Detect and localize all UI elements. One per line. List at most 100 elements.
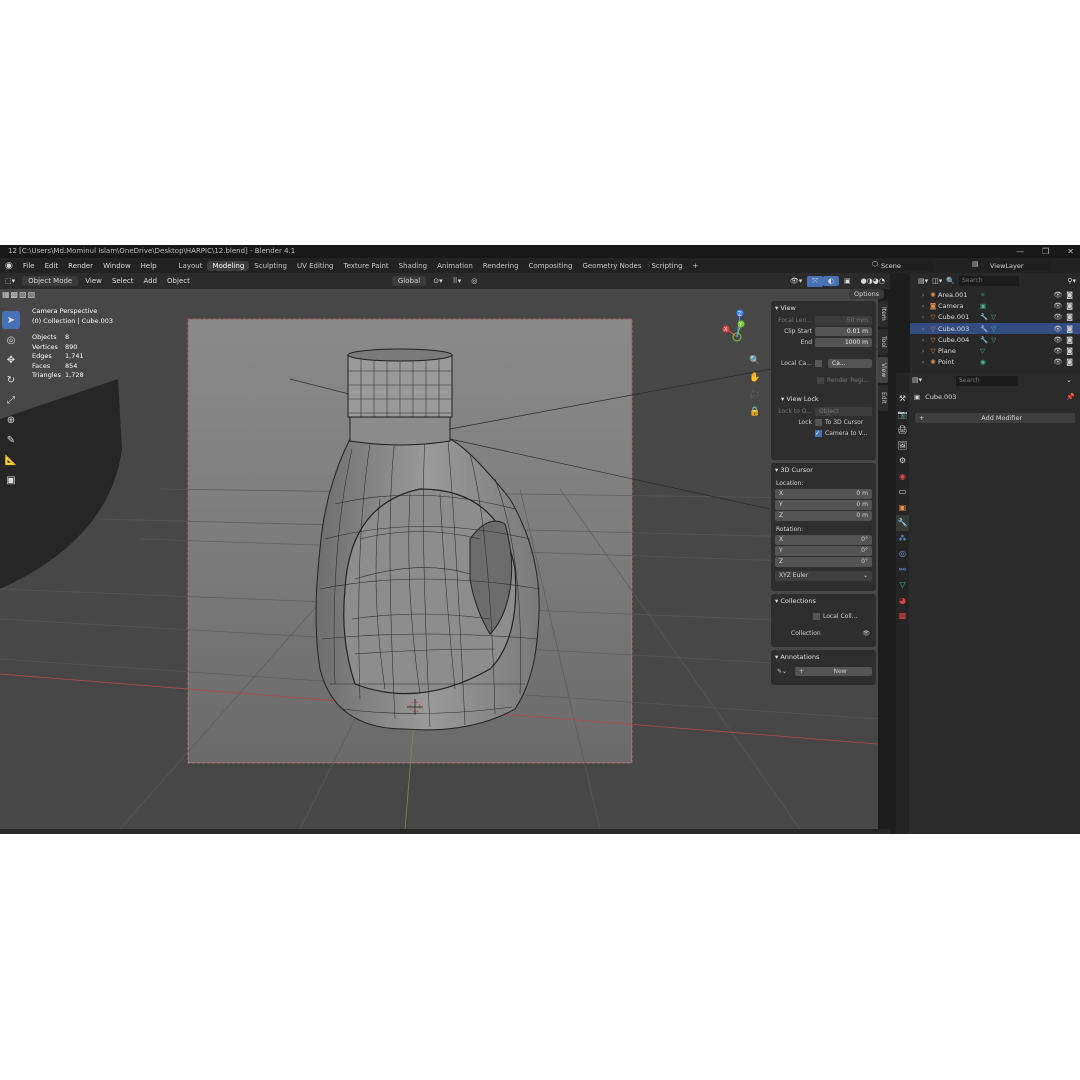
outliner-row-camera[interactable]: › ◙ Camera ▣ 👁◙	[910, 300, 1080, 311]
workspace-tab-scripting[interactable]: Scripting	[646, 261, 687, 271]
blender-logo-icon[interactable]: ◉	[0, 261, 18, 271]
local-camera-field[interactable]: Ca...	[828, 359, 872, 368]
workspace-tab-shading[interactable]: Shading	[394, 261, 432, 271]
tab-edit[interactable]: Edit	[878, 385, 888, 411]
filter-icon[interactable]: ⚲▾	[1067, 277, 1076, 285]
mode-dropdown[interactable]: Object Mode	[22, 276, 79, 286]
maximize-icon[interactable]: ❐	[1042, 245, 1049, 258]
collections-header[interactable]: ▾ Collections	[771, 594, 876, 608]
focal-length-field[interactable]: 50 mm	[815, 316, 872, 325]
gizmo-toggle-icon[interactable]: ⤧	[807, 275, 823, 287]
pin-icon[interactable]: 📌	[1066, 393, 1075, 401]
lock-icon[interactable]: 🔒	[748, 404, 762, 421]
workspace-tab-modeling[interactable]: Modeling	[207, 260, 250, 271]
view-panel-header[interactable]: ▾ View	[771, 301, 876, 315]
zoom-icon[interactable]: 🔍	[748, 353, 762, 370]
workspace-tab-rendering[interactable]: Rendering	[478, 261, 524, 271]
pan-hand-icon[interactable]: ✋	[748, 370, 762, 387]
outliner-search-input[interactable]: Search	[959, 276, 1019, 286]
visibility-render-icons[interactable]: 👁◙	[1053, 358, 1077, 366]
view-lock-header[interactable]: ▾ View Lock	[771, 392, 876, 406]
options-dropdown[interactable]: Options	[849, 289, 885, 299]
editor-type-icon[interactable]: ⬚▾	[0, 276, 20, 286]
texture-tab-icon[interactable]: ▩	[896, 608, 909, 624]
minimize-icon[interactable]: —	[1016, 245, 1024, 258]
cursor-icon[interactable]: ◎	[2, 331, 20, 349]
expand-arrow-icon[interactable]: ›	[918, 347, 928, 355]
material-tab-icon[interactable]: ◕	[896, 593, 909, 609]
collection-tab-icon[interactable]: ▭	[896, 484, 909, 500]
annotations-header[interactable]: ▾ Annotations	[771, 650, 876, 664]
clip-start-field[interactable]: 0.01 m	[815, 327, 872, 336]
select-box-icon[interactable]: ➤	[2, 311, 20, 329]
outliner-editor-icon[interactable]: ▤▾	[918, 277, 928, 285]
data-tab-icon[interactable]: ▽	[896, 577, 909, 593]
tab-item[interactable]: Item	[878, 301, 888, 327]
workspace-tab-compositing[interactable]: Compositing	[524, 261, 578, 271]
header-menu-add[interactable]: Add	[138, 276, 162, 286]
workspace-tab-layout[interactable]: Layout	[174, 261, 208, 271]
overlay-toggle-icon[interactable]: ◐	[822, 276, 839, 286]
tool-tab-icon[interactable]: ⚒	[896, 391, 909, 407]
visibility-render-icons[interactable]: 👁◙	[1053, 325, 1077, 333]
expand-arrow-icon[interactable]: ›	[918, 291, 928, 299]
object-tab-icon[interactable]: ▣	[896, 500, 909, 516]
cursor-location-x[interactable]: X 0 m	[775, 489, 872, 499]
workspace-tab-uv-editing[interactable]: UV Editing	[292, 261, 339, 271]
transform-icon[interactable]: ⊕	[2, 411, 20, 429]
to-3d-cursor-checkbox[interactable]	[815, 419, 822, 426]
clip-end-field[interactable]: 1000 m	[815, 338, 872, 347]
properties-editor-icon[interactable]: ▤▾	[912, 376, 922, 384]
workspace-tab-animation[interactable]: Animation	[432, 261, 478, 271]
header-menu-select[interactable]: Select	[107, 276, 139, 286]
cursor-rotation-x[interactable]: X 0°	[775, 535, 872, 545]
menu-help[interactable]: Help	[136, 262, 162, 270]
visibility-render-icons[interactable]: 👁◙	[1053, 291, 1077, 299]
cursor-location-y[interactable]: Y 0 m	[775, 500, 872, 510]
modifier-tab-icon[interactable]: 🔧	[896, 515, 909, 531]
select-mode-icons[interactable]: ▦▩▨▧	[2, 290, 36, 299]
menu-file[interactable]: File	[18, 262, 40, 270]
visibility-icon[interactable]: 👁▾	[785, 276, 807, 286]
proportional-edit-icon[interactable]: ◎	[466, 276, 482, 286]
workspace-tab-texture-paint[interactable]: Texture Paint	[339, 261, 394, 271]
scale-icon[interactable]: ⤢	[2, 391, 20, 409]
local-collections-checkbox[interactable]	[813, 613, 820, 620]
outliner-row-area001[interactable]: › ✺ Area.001 ✧ 👁◙	[910, 289, 1080, 300]
rotate-icon[interactable]: ↻	[2, 371, 20, 389]
tab-tool[interactable]: Tool	[878, 329, 888, 355]
pivot-icon[interactable]: ⊙▾	[428, 276, 447, 286]
shading-solid-icon[interactable]: ●◑◕◔	[856, 276, 890, 286]
view-layer-tab-icon[interactable]: 🖼	[896, 438, 909, 454]
render-region-checkbox[interactable]	[817, 377, 824, 384]
rotation-mode-dropdown[interactable]: XYZ Euler ⌄	[775, 571, 872, 581]
header-menu-object[interactable]: Object	[162, 276, 195, 286]
physics-tab-icon[interactable]: ◎	[896, 546, 909, 562]
menu-render[interactable]: Render	[63, 262, 98, 270]
outliner-row-plane[interactable]: › ▽ Plane ▽ 👁◙	[910, 345, 1080, 356]
cursor-location-z[interactable]: Z 0 m	[775, 511, 872, 521]
camera-to-view-checkbox[interactable]: ✓	[815, 430, 822, 437]
workspace-tab-sculpting[interactable]: Sculpting	[249, 261, 292, 271]
cursor-rotation-z[interactable]: Z 0°	[775, 557, 872, 567]
camera-view-icon[interactable]: 🎥	[748, 387, 762, 404]
close-icon[interactable]: ✕	[1067, 245, 1074, 258]
visibility-render-icons[interactable]: 👁◙	[1053, 347, 1077, 355]
add-modifier-button[interactable]: + Add Modifier	[915, 413, 1075, 423]
add-cube-icon[interactable]: ▣	[2, 471, 20, 489]
outliner-row-cube001[interactable]: › ▽ Cube.001 🔧 ▽ 👁◙	[910, 312, 1080, 323]
properties-search-input[interactable]: Search	[956, 376, 1018, 386]
menu-window[interactable]: Window	[98, 262, 136, 270]
transform-orientation-dropdown[interactable]: Global	[391, 276, 427, 286]
output-tab-icon[interactable]: 🖨	[896, 422, 909, 438]
new-annotation-button[interactable]: + New	[795, 667, 872, 676]
workspace-tab-geometry-nodes[interactable]: Geometry Nodes	[577, 261, 646, 271]
measure-icon[interactable]: 📐	[2, 451, 20, 469]
visibility-render-icons[interactable]: 👁◙	[1053, 336, 1077, 344]
outliner-row-cube004[interactable]: › ▽ Cube.004 🔧 ▽ 👁◙	[910, 334, 1080, 345]
visibility-render-icons[interactable]: 👁◙	[1053, 302, 1077, 310]
3d-cursor-header[interactable]: ▾ 3D Cursor	[771, 463, 876, 477]
move-icon[interactable]: ✥	[2, 351, 20, 369]
xray-icon[interactable]: ▣	[839, 276, 856, 286]
expand-arrow-icon[interactable]: ›	[918, 302, 928, 310]
